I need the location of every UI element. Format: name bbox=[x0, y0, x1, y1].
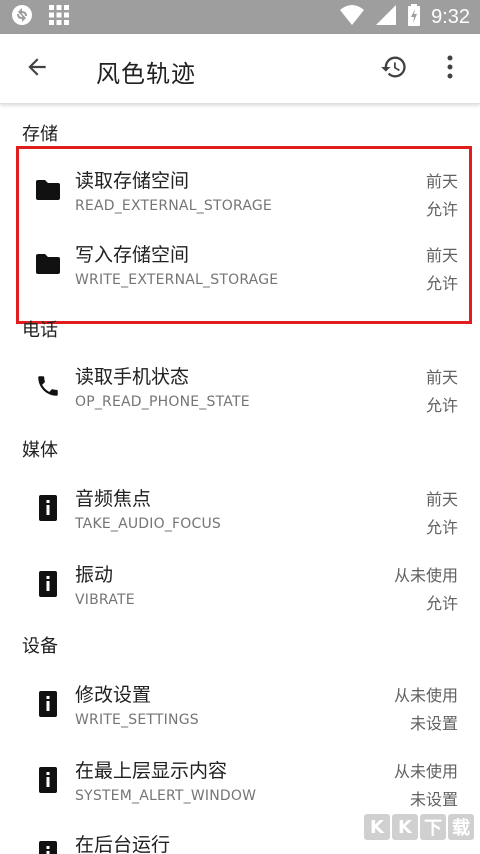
grid-icon bbox=[48, 4, 70, 30]
status-time: 9:32 bbox=[431, 5, 470, 28]
more-vert-icon bbox=[446, 54, 454, 84]
permission-name: 在后台运行 bbox=[75, 834, 171, 854]
more-options-button[interactable] bbox=[438, 53, 462, 85]
wifi-icon bbox=[339, 4, 365, 30]
highlight-box bbox=[16, 146, 472, 324]
permission-mode: 允许 bbox=[425, 594, 458, 613]
sync-icon bbox=[10, 3, 34, 31]
section-header-media: 媒体 bbox=[22, 440, 58, 461]
device-info-icon bbox=[34, 840, 62, 854]
section-header-storage: 存储 bbox=[22, 124, 58, 145]
page-title: 风色轨迹 bbox=[96, 60, 196, 88]
permission-last-used: 从未使用 bbox=[393, 566, 458, 585]
permission-name: 修改设置 bbox=[75, 684, 152, 706]
history-icon bbox=[380, 53, 408, 85]
permission-last-used: 从未使用 bbox=[393, 686, 458, 705]
permission-row-audio-focus[interactable]: 音频焦点 TAKE_AUDIO_FOCUS 前天 允许 bbox=[0, 474, 480, 544]
permission-name: 在最上层显示内容 bbox=[75, 760, 228, 782]
section-header-phone: 电话 bbox=[22, 320, 58, 341]
device-info-icon bbox=[34, 494, 62, 522]
permission-row-write-settings[interactable]: 修改设置 WRITE_SETTINGS 从未使用 未设置 bbox=[0, 670, 480, 740]
permission-code: WRITE_SETTINGS bbox=[75, 712, 199, 728]
back-button[interactable] bbox=[20, 52, 54, 86]
permission-code: TAKE_AUDIO_FOCUS bbox=[75, 516, 222, 532]
permission-row-read-phone-state[interactable]: 读取手机状态 OP_READ_PHONE_STATE 前天 允许 bbox=[0, 352, 480, 422]
permission-mode: 未设置 bbox=[409, 714, 458, 733]
device-info-icon bbox=[34, 690, 62, 718]
permission-list: 存储 读取存储空间 READ_EXTERNAL_STORAGE 前天 允许 写入… bbox=[0, 104, 480, 854]
permission-row-vibrate[interactable]: 振动 VIBRATE 从未使用 允许 bbox=[0, 550, 480, 620]
permission-mode: 允许 bbox=[425, 396, 458, 415]
section-header-device: 设备 bbox=[22, 636, 58, 657]
permission-code: VIBRATE bbox=[75, 592, 135, 608]
device-info-icon bbox=[34, 766, 62, 794]
status-bar: 9:32 bbox=[0, 0, 480, 34]
permission-code: SYSTEM_ALERT_WINDOW bbox=[75, 788, 257, 804]
history-button[interactable] bbox=[378, 53, 410, 85]
permission-name: 读取手机状态 bbox=[75, 366, 190, 388]
permission-name: 振动 bbox=[75, 564, 114, 586]
permission-last-used: 前天 bbox=[425, 490, 458, 509]
watermark-logo: K K 下 载 bbox=[364, 800, 480, 854]
device-info-icon bbox=[34, 570, 62, 598]
signal-icon bbox=[375, 4, 397, 30]
permission-last-used: 前天 bbox=[425, 368, 458, 387]
permission-mode: 允许 bbox=[425, 518, 458, 537]
permission-last-used: 从未使用 bbox=[393, 762, 458, 781]
permission-name: 音频焦点 bbox=[75, 488, 152, 510]
battery-icon bbox=[407, 4, 421, 30]
phone-icon bbox=[34, 372, 62, 400]
app-bar: 风色轨迹 bbox=[0, 34, 480, 104]
permission-code: OP_READ_PHONE_STATE bbox=[75, 394, 250, 410]
arrow-back-icon bbox=[24, 54, 50, 84]
